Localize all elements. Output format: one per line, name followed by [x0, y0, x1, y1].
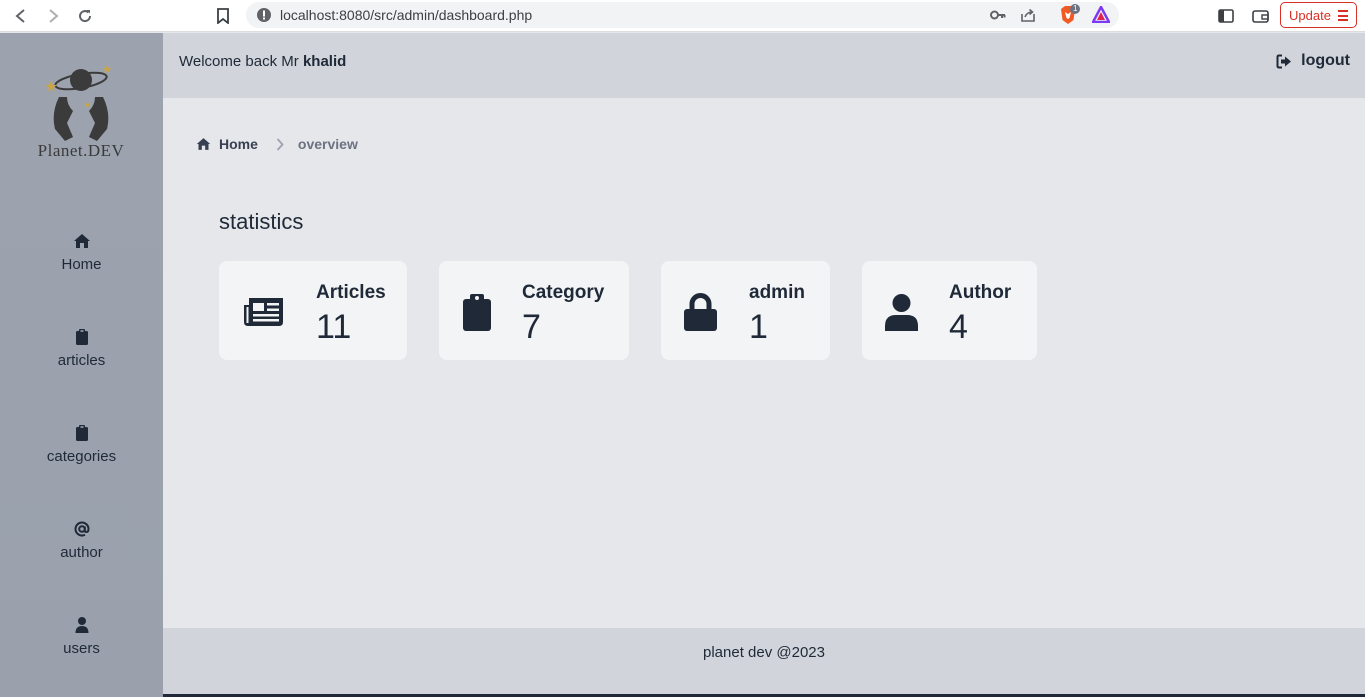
stat-card-category[interactable]: Category 7 [439, 261, 629, 360]
sidebar-item-label: users [63, 640, 100, 657]
breadcrumb: Home overview [196, 134, 358, 154]
logout-label: logout [1301, 52, 1350, 69]
planet-dev-logo[interactable]: Planet.DEV [33, 61, 129, 173]
welcome-message: Welcome back Mr khalid [179, 53, 346, 70]
sidebar: Planet.DEV Home articles categories auth… [0, 33, 163, 697]
wallet-icon [1251, 10, 1269, 23]
planet-logo-icon [45, 65, 112, 141]
update-label: Update [1289, 7, 1331, 23]
key-icon[interactable] [990, 8, 1006, 22]
footer-text: planet dev @2023 [703, 644, 825, 661]
logo-text: Planet.DEV [37, 141, 125, 160]
back-button[interactable] [9, 4, 33, 28]
wallet-button[interactable] [1248, 4, 1272, 28]
logout-button[interactable]: logout [1276, 52, 1350, 70]
reload-icon [79, 10, 92, 23]
clipboard-icon [463, 294, 491, 331]
footer: planet dev @2023 [163, 628, 1365, 694]
forward-arrow-icon [49, 9, 59, 23]
bookmark-button[interactable] [211, 4, 235, 28]
address-bar[interactable]: localhost:8080/src/admin/dashboard.php 1 [246, 2, 1119, 28]
url-text: localhost:8080/src/admin/dashboard.php [280, 7, 533, 23]
stat-card-author[interactable]: Author 4 [862, 261, 1037, 360]
user-icon [885, 294, 918, 331]
stat-label: Author [949, 282, 1012, 303]
sidebar-item-users[interactable]: users [0, 616, 163, 676]
section-title: statistics [219, 209, 304, 234]
chevron-right-icon [276, 137, 284, 151]
sidebar-item-label: categories [46, 448, 117, 465]
breadcrumb-home[interactable]: Home [196, 136, 258, 152]
update-button[interactable]: Update [1280, 2, 1357, 28]
stat-label: Category [522, 282, 605, 303]
share-icon[interactable] [1020, 7, 1036, 23]
brave-rewards-icon[interactable] [1092, 6, 1110, 23]
sidebar-item-categories[interactable]: categories [0, 424, 163, 484]
site-info-icon [257, 8, 271, 22]
sidebar-item-home[interactable]: Home [0, 232, 163, 292]
sidebar-toggle-button[interactable] [1214, 4, 1238, 28]
logout-icon [1276, 54, 1292, 68]
reload-button[interactable] [73, 4, 97, 28]
stat-label: Articles [316, 282, 386, 303]
browser-toolbar: localhost:8080/src/admin/dashboard.php 1… [0, 0, 1365, 32]
sidebar-item-label: Home [61, 256, 102, 273]
stat-value: 7 [522, 308, 541, 346]
stat-value: 1 [749, 308, 768, 346]
shields-badge: 1 [1070, 4, 1081, 14]
stat-value: 4 [949, 308, 968, 346]
clipboard-icon [75, 329, 88, 345]
welcome-prefix: Welcome back Mr [179, 53, 299, 70]
forward-button[interactable] [41, 4, 65, 28]
sidebar-item-articles[interactable]: articles [0, 328, 163, 388]
home-icon [73, 234, 90, 248]
at-icon [74, 521, 90, 537]
stat-card-articles[interactable]: Articles 11 [219, 261, 407, 360]
stat-label: admin [749, 282, 805, 303]
breadcrumb-home-label: Home [219, 136, 258, 152]
back-arrow-icon [15, 9, 25, 23]
newspaper-icon [244, 298, 283, 326]
home-icon [196, 138, 211, 150]
username: khalid [302, 53, 347, 70]
breadcrumb-current: overview [297, 136, 358, 152]
stat-value: 11 [316, 308, 352, 346]
sidebar-panel-icon [1218, 9, 1234, 23]
stat-card-admin[interactable]: admin 1 [661, 261, 830, 360]
sidebar-item-author[interactable]: author [0, 520, 163, 580]
sidebar-item-label: articles [57, 352, 106, 369]
bookmark-icon [217, 8, 229, 24]
user-icon [75, 617, 88, 633]
clipboard-icon [75, 425, 88, 441]
top-header: Welcome back Mr khalid logout [163, 33, 1365, 98]
lock-icon [684, 293, 717, 331]
menu-icon [1338, 10, 1348, 21]
sidebar-item-label: author [60, 544, 103, 561]
